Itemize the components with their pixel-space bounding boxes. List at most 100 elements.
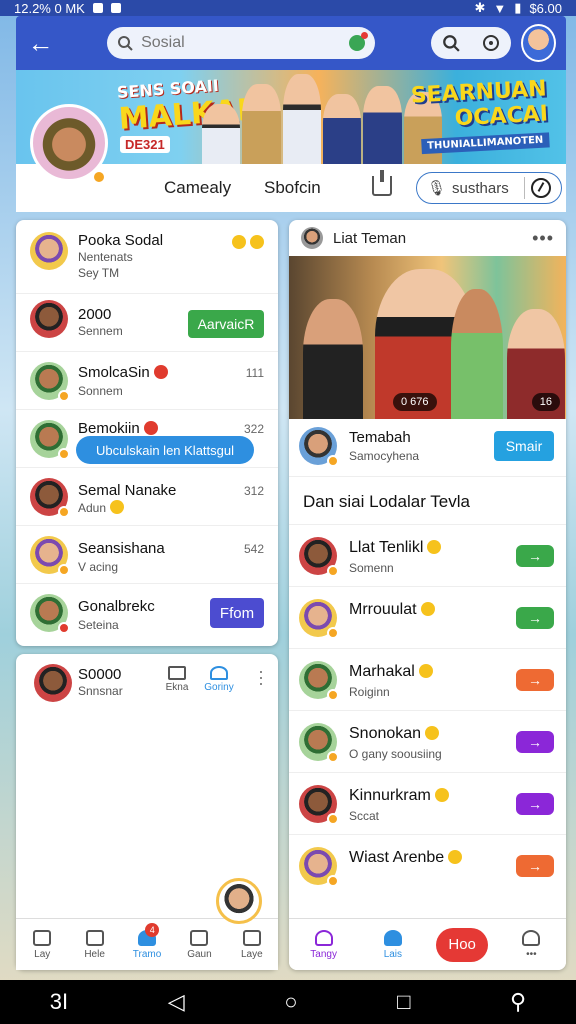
tab-camealy[interactable]: Camealy bbox=[164, 178, 231, 198]
emoji-icon bbox=[448, 850, 463, 864]
tab-lais[interactable]: Lais bbox=[358, 919, 427, 970]
contact-name: Snonokan bbox=[349, 725, 440, 743]
tab-hoo[interactable]: Hoo bbox=[428, 919, 497, 970]
avatar bbox=[30, 420, 70, 460]
avatar bbox=[30, 300, 68, 338]
list-item[interactable]: Llat Tenlikl Somenn → bbox=[289, 524, 566, 588]
person-icon bbox=[383, 929, 402, 946]
floating-avatar[interactable] bbox=[216, 878, 262, 924]
voice-search-icon[interactable] bbox=[349, 32, 369, 51]
tab-icon bbox=[242, 929, 261, 946]
gallery-glyph bbox=[168, 666, 186, 680]
contact-name: Marhakal bbox=[349, 663, 433, 681]
photo-counter: 16 bbox=[531, 393, 560, 411]
recent-apps-button[interactable]: 3I bbox=[50, 989, 68, 1015]
search-icon[interactable]: ⚲ bbox=[510, 989, 526, 1015]
home-icon[interactable]: ○ bbox=[284, 989, 297, 1015]
chat-icon[interactable] bbox=[482, 34, 500, 52]
contact-name-text: Bemokiin bbox=[78, 420, 140, 437]
action-button[interactable]: Ffom bbox=[210, 598, 264, 628]
go-button[interactable]: → bbox=[516, 731, 554, 753]
tab-gaun[interactable]: Gaun bbox=[173, 919, 225, 970]
tab-profile[interactable]: ••• bbox=[497, 919, 566, 970]
more-icon[interactable]: · · · bbox=[258, 662, 264, 692]
list-item[interactable]: Wiast Arenbe → bbox=[289, 834, 566, 898]
search-bar[interactable] bbox=[107, 27, 376, 59]
bottom-tab-bar-right: Tangy Lais Hoo ••• bbox=[289, 918, 566, 970]
status-dot bbox=[327, 813, 339, 825]
status-text-left: 12.2% 0 MK bbox=[14, 0, 85, 16]
back-arrow-icon[interactable]: ← bbox=[26, 27, 55, 59]
contact-subtitle: Sccat bbox=[349, 809, 380, 823]
person-figure bbox=[322, 94, 362, 164]
list-item[interactable]: Snonokan O gany soousiing → bbox=[289, 710, 566, 774]
go-button[interactable]: → bbox=[516, 607, 554, 629]
list-item[interactable]: Seansishana V acing 542 bbox=[16, 526, 278, 584]
person-glyph bbox=[210, 666, 228, 680]
timestamp: 542 bbox=[243, 542, 264, 556]
list-item[interactable]: Semal Nanake Adun 312 bbox=[16, 468, 278, 526]
gallery-icon[interactable]: Ekna bbox=[160, 666, 194, 693]
tab-tramo[interactable]: Tramo 4 bbox=[121, 919, 173, 970]
list-item[interactable]: Temabah Samocyhena Smair bbox=[289, 419, 566, 477]
status-dot bbox=[327, 751, 339, 763]
contact-name: Kinnurkram bbox=[349, 787, 449, 805]
more-icon[interactable]: ••• bbox=[532, 228, 554, 249]
status-dot bbox=[58, 622, 70, 634]
contact-name: Gonalbrekc bbox=[78, 598, 155, 615]
share-icon[interactable] bbox=[372, 170, 392, 196]
overview-icon[interactable]: □ bbox=[397, 989, 410, 1015]
list-item[interactable]: Mrrouulat → bbox=[289, 586, 566, 650]
tab-sbofcin[interactable]: Sbofcin bbox=[264, 178, 321, 198]
contact-subtitle: Adun bbox=[78, 500, 125, 515]
timestamp: 111 bbox=[245, 366, 264, 380]
hoo-button[interactable]: Hoo bbox=[436, 927, 489, 962]
person-figure bbox=[242, 84, 281, 164]
list-item[interactable]: Pooka Sodal Nentenats Sey TM bbox=[16, 220, 278, 294]
user-avatar[interactable] bbox=[521, 24, 556, 62]
mic-icon: 🎙 bbox=[427, 180, 447, 197]
contact-subtitle: Sonnem bbox=[78, 384, 123, 398]
status-dot bbox=[327, 689, 339, 701]
contact-subtitle-text: Adun bbox=[78, 501, 107, 515]
tab-icon bbox=[33, 929, 52, 946]
tab-laye[interactable]: Laye bbox=[226, 919, 278, 970]
banner-title-right: SEARNUAN OCACAI THUNIALLIMANOTEN bbox=[410, 76, 550, 155]
notification-icon bbox=[92, 3, 103, 13]
list-item[interactable]: Gonalbrekc Seteina Ffom bbox=[16, 584, 278, 642]
list-item[interactable]: Kinnurkram Sccat → bbox=[289, 772, 566, 836]
person-figure bbox=[282, 74, 321, 164]
secondary-search[interactable]: 🎙 susthars bbox=[416, 172, 562, 204]
contact-name: S0000 bbox=[78, 666, 122, 683]
search-input[interactable] bbox=[141, 34, 342, 52]
person-icon[interactable]: Goriny bbox=[202, 666, 236, 693]
list-item[interactable]: S0000 Snnsnar Ekna Goriny · · · bbox=[16, 654, 278, 714]
group-photo[interactable]: 0 676 16 bbox=[289, 256, 566, 419]
online-badge bbox=[92, 170, 106, 184]
go-button[interactable]: → bbox=[516, 545, 554, 567]
contact-name-text: Mrrouulat bbox=[349, 601, 417, 618]
go-button[interactable]: → bbox=[516, 669, 554, 691]
tab-label: Lay bbox=[34, 948, 51, 960]
avatar bbox=[30, 232, 68, 270]
tab-tangy[interactable]: Tangy bbox=[289, 919, 358, 970]
go-button[interactable]: → bbox=[516, 855, 554, 877]
action-button[interactable]: AarvaicR bbox=[188, 310, 264, 338]
list-item[interactable]: Marhakal Roiginn → bbox=[289, 648, 566, 712]
compass-icon[interactable] bbox=[531, 178, 551, 198]
add-friend-button[interactable]: Smair bbox=[494, 431, 554, 461]
contact-name: Seansishana bbox=[78, 540, 165, 557]
go-button[interactable]: → bbox=[516, 793, 554, 815]
search-icon[interactable] bbox=[442, 34, 460, 52]
contact-subtitle: Snnsnar bbox=[78, 684, 123, 698]
list-item[interactable]: SmolcaSin Sonnem 111 bbox=[16, 352, 278, 410]
tab-hele[interactable]: Hele bbox=[68, 919, 120, 970]
alert-icon bbox=[143, 421, 158, 435]
emoji-icon bbox=[232, 235, 246, 249]
tab-lay[interactable]: Lay bbox=[16, 919, 68, 970]
emoji-icon bbox=[434, 788, 449, 802]
list-item[interactable]: 2000 Sennem AarvaicR bbox=[16, 294, 278, 352]
alert-icon bbox=[153, 365, 168, 379]
avatar bbox=[30, 594, 70, 634]
back-icon[interactable]: ◁ bbox=[168, 989, 185, 1015]
